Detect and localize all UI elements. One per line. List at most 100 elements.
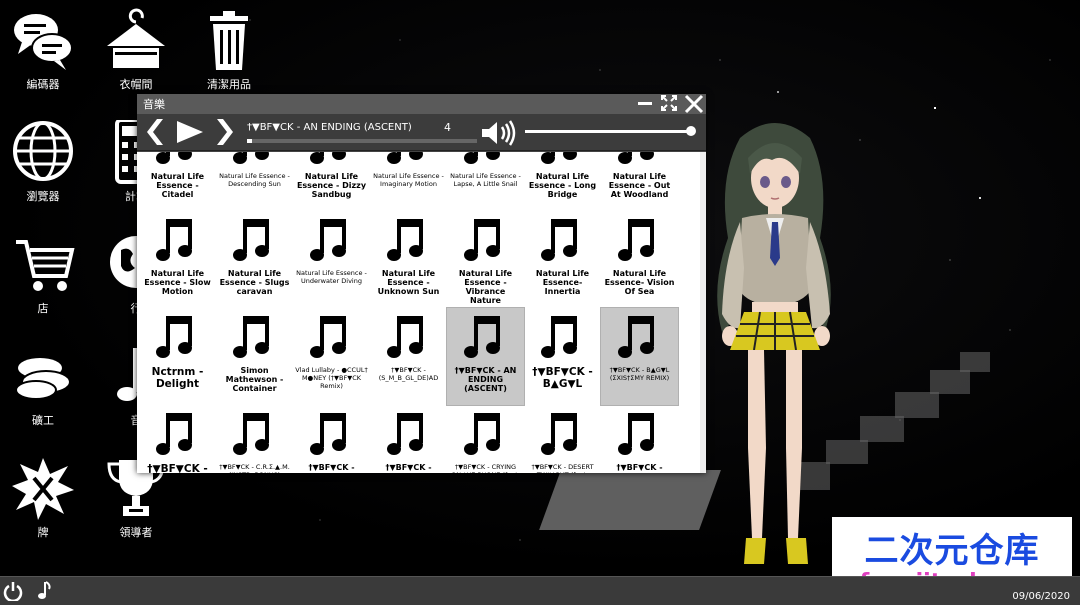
track-tile[interactable]: Natural Life Essence - Underwater Diving — [293, 211, 370, 308]
track-number: 4 — [444, 121, 451, 134]
track-tile[interactable]: †▼BF▼CK - AN ENDING (ASCENT) — [446, 307, 525, 406]
desktop-icon-label: 瀏覽器 — [26, 190, 60, 203]
track-tile[interactable]: †▼BF▼CK - C.R.Σ.▲.M. — [139, 405, 216, 473]
window-titlebar[interactable]: 音樂 — [137, 94, 706, 114]
player-controls: †▼BF▼CK - AN ENDING (ASCENT) 4 — [137, 114, 706, 151]
seek-bar[interactable] — [247, 139, 477, 143]
track-title: †▼BF▼CK - C.R.Σ.▲.M. (INSTR. BONUS) — [219, 463, 290, 473]
track-tile[interactable]: Natural Life Essence- Vision Of Sea — [601, 211, 678, 308]
track-tile[interactable]: Natural Life Essence - Unknown Sun — [370, 211, 447, 308]
track-tile[interactable]: Natural Life Essence - Dizzy Sandbug — [293, 152, 370, 211]
music-note-icon — [233, 152, 269, 164]
volume-slider-handle[interactable] — [686, 126, 696, 136]
music-note-icon — [156, 219, 192, 261]
track-title: Natural Life Essence - Underwater Diving — [296, 269, 367, 285]
next-button[interactable] — [217, 119, 237, 149]
track-note-icon — [464, 217, 508, 269]
anime-character — [717, 123, 831, 564]
desktop-icon-shop[interactable]: 店 — [3, 232, 83, 316]
music-note-icon — [618, 219, 654, 261]
track-tile[interactable]: †▼BF▼CK - C.R.Σ.▲.M. (INSTR. BONUS) — [216, 405, 293, 473]
track-tile[interactable]: Natural Life Essence - Descending Sun — [216, 152, 293, 211]
track-tile[interactable]: Natural Life Essence - Vibrance Nature — [447, 211, 524, 308]
track-tile[interactable]: Natural Life Essence - Imaginary Motion — [370, 152, 447, 211]
music-note-icon — [156, 316, 192, 358]
desktop-icon-cleaning[interactable]: 清潔用品 — [189, 8, 269, 92]
track-tile[interactable]: †▼BF▼CK - DESERT TWILIGHT (feat. — [524, 405, 601, 473]
desktop-icon-encoder[interactable]: 編碼器 — [3, 8, 83, 92]
track-title: Natural Life Essence - Lapse, A Little S… — [450, 172, 521, 188]
track-note-icon — [156, 314, 200, 366]
track-note-icon — [464, 152, 508, 172]
music-note-icon — [156, 152, 192, 164]
scrollbar[interactable] — [700, 152, 706, 473]
track-note-icon — [310, 314, 354, 366]
track-note-icon — [464, 411, 508, 463]
track-tile[interactable]: Natural Life Essence - Long Bridge — [524, 152, 601, 211]
coins-icon — [15, 358, 71, 400]
track-tile[interactable]: Natural Life Essence - Slugs caravan — [216, 211, 293, 308]
track-tile[interactable]: †▼BF▼CK - (S_M_B_GL_DE)AD — [370, 308, 447, 405]
track-title: Natural Life Essence- Innertia — [535, 269, 590, 296]
volume-slider[interactable] — [525, 126, 696, 136]
track-title: Natural Life Essence - Dizzy Sandbug — [296, 172, 367, 199]
track-tile[interactable]: Natural Life Essence - Citadel — [139, 152, 216, 211]
track-title: †▼BF▼CK - B▲G▼L — [532, 366, 593, 390]
track-tile[interactable]: Natural Life Essence - Lapse, A Little S… — [447, 152, 524, 211]
track-tile[interactable]: †▼BF▼CK - CABIN IN THE WOODS — [293, 405, 370, 473]
volume-button[interactable] — [480, 120, 518, 150]
music-note-icon — [387, 152, 423, 164]
current-track-title: †▼BF▼CK - AN ENDING (ASCENT) — [247, 122, 412, 133]
music-note-icon — [156, 413, 192, 455]
track-title: Vlad Lullaby - ●CCUL† M●NEY (†▼BF▼CK Rem… — [295, 366, 368, 390]
pixelated-area — [860, 416, 904, 442]
music-note-icon — [233, 413, 269, 455]
power-button[interactable] — [3, 581, 23, 605]
pixelated-area — [895, 392, 939, 418]
track-tile[interactable]: Simon Mathewson - Container — [216, 308, 293, 405]
music-note-icon — [541, 316, 577, 358]
window-title: 音樂 — [143, 98, 165, 111]
music-note-icon — [310, 413, 346, 455]
trash-icon — [210, 11, 248, 70]
track-note-icon — [464, 314, 508, 366]
power-icon — [3, 582, 23, 603]
track-tile[interactable]: †▼BF▼CK - B▲G▼L — [524, 308, 601, 405]
track-title: Natural Life Essence - Long Bridge — [528, 172, 597, 199]
track-title: †▼BF▼CK - CRYING ON †HΣ PHONΣ (feat. Vla… — [451, 463, 520, 473]
globe-icon — [13, 121, 73, 181]
track-tile[interactable]: Natural Life Essence - Out At Woodland — [601, 152, 678, 211]
watermark-text: 二次元仓库 — [864, 531, 1040, 571]
music-note-icon — [541, 152, 577, 164]
track-tile[interactable]: †▼BF▼CK - DIS†▲NCΣ — [601, 405, 678, 473]
track-note-icon — [387, 217, 431, 269]
track-title: Natural Life Essence - Slugs caravan — [219, 269, 290, 296]
desktop-icon-label: 衣帽間 — [119, 78, 153, 91]
music-window[interactable]: 音樂 †▼BF▼CK - AN ENDING (ASCENT) 4 Natura… — [137, 94, 706, 473]
desktop-icon-cards[interactable]: 牌 — [3, 456, 83, 540]
track-tile[interactable]: Natural Life Essence- Innertia — [524, 211, 601, 308]
track-note-icon — [387, 314, 431, 366]
pixelated-area — [960, 352, 990, 372]
previous-button[interactable] — [143, 119, 163, 149]
desktop-icon-wardrobe[interactable]: 衣帽間 — [96, 8, 176, 92]
desktop-icon-miner[interactable]: 礦工 — [3, 344, 83, 428]
taskbar-date: 09/06/2020 — [1012, 591, 1070, 602]
track-title: Natural Life Essence - Descending Sun — [219, 172, 290, 188]
track-tile[interactable]: †▼BF▼CK - CRYING ON †HΣ PHONΣ (feat. Vla… — [447, 405, 524, 473]
track-tile[interactable]: Nctrnm - Delight — [139, 308, 216, 405]
track-note-icon — [156, 152, 200, 172]
track-note-icon — [618, 217, 662, 269]
play-button[interactable] — [175, 119, 205, 149]
track-tile[interactable]: Natural Life Essence - Slow Motion — [139, 211, 216, 308]
track-note-icon — [541, 152, 585, 172]
taskbar-music-button[interactable] — [36, 581, 52, 605]
track-tile[interactable]: Vlad Lullaby - ●CCUL† M●NEY (†▼BF▼CK Rem… — [293, 308, 370, 405]
track-tile[interactable]: †▼BF▼CK - B▲G▼L (ΣXIS†ΣMY REMIX) — [600, 307, 679, 406]
track-title: Simon Mathewson - Container — [225, 366, 284, 393]
music-note-icon — [387, 413, 423, 455]
music-note-icon — [541, 413, 577, 455]
track-tile[interactable]: †▼BF▼CK - CLOSER (feat. Aaron Sarrel) — [370, 405, 447, 473]
desktop-icon-browser[interactable]: 瀏覽器 — [3, 120, 83, 204]
chevron-left-icon — [147, 119, 163, 145]
